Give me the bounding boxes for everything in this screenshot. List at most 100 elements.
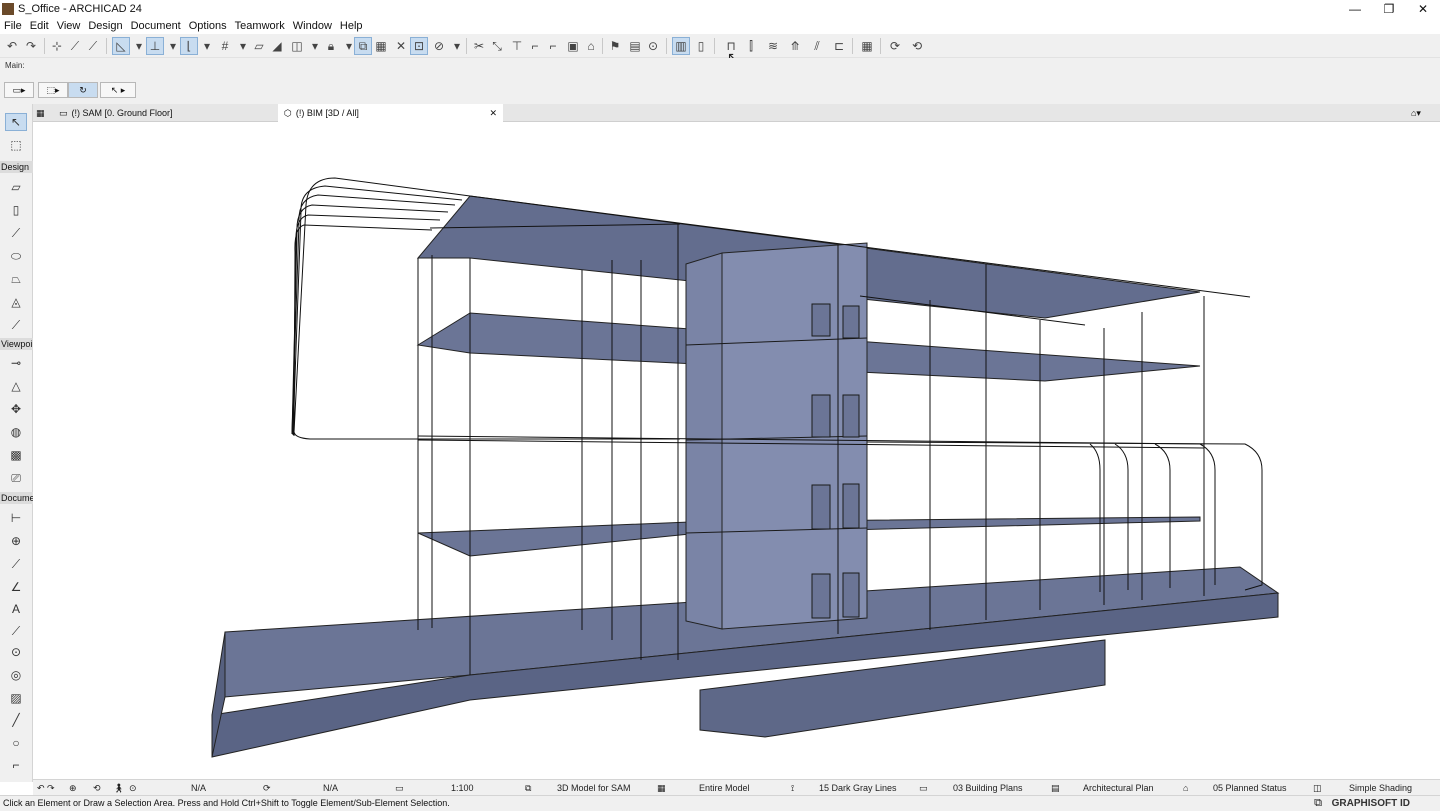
label-tool-icon[interactable]: ⟋ [5, 622, 27, 640]
pick-up-parameters-icon[interactable]: ⊹ [48, 37, 66, 55]
line-tool-icon[interactable]: ╱ [5, 711, 27, 729]
snap-points-icon[interactable]: ⌊ [180, 37, 198, 55]
orbit-icon[interactable]: ⟲ [93, 780, 101, 796]
suspend-groups-icon[interactable]: ⧉ [354, 37, 372, 55]
show-railing-icon[interactable]: ▯ [692, 37, 710, 55]
elevation-icon[interactable]: ▤ [626, 37, 644, 55]
split-icon[interactable]: ✂ [470, 37, 488, 55]
undo-view-icon[interactable]: ↶ ↷ [37, 780, 55, 796]
level-dimension-tool-icon[interactable]: ⊕ [5, 532, 27, 550]
dimension-standard-select[interactable]: Architectural Plan [1083, 780, 1154, 796]
gravity-roof-icon[interactable]: ◢ [268, 37, 286, 55]
detail-tool-icon[interactable]: ▩ [5, 446, 27, 464]
trace-icon[interactable]: ⊡ [410, 37, 428, 55]
pen-set-select[interactable]: 15 Dark Gray Lines [819, 780, 897, 796]
interior-elevation-icon[interactable]: ⊙ [644, 37, 662, 55]
toolbox-group-document[interactable]: Docume [0, 492, 33, 504]
eyedropper-icon[interactable]: ⟋ [66, 37, 84, 55]
minimize-button[interactable]: — [1338, 0, 1372, 18]
menu-options[interactable]: Options [185, 20, 231, 32]
tab-floor-plan[interactable]: ▭ (!) SAM [0. Ground Floor] [53, 104, 278, 122]
element-settings-button[interactable]: ▭▸ [4, 82, 34, 98]
syringe-icon[interactable]: ⟋ [84, 37, 102, 55]
send-changes-icon[interactable]: ⟳ [886, 37, 904, 55]
dimension-tool-icon[interactable]: ⊢ [5, 509, 27, 527]
lock-icon[interactable]: 🔒︎ [322, 37, 340, 55]
elevate-icon[interactable]: ⤊ [786, 37, 804, 55]
worksheet-tool-icon[interactable]: ◍ [5, 423, 27, 441]
radial-dimension-tool-icon[interactable]: ⟋ [5, 555, 27, 573]
model-view-select[interactable]: Entire Model [699, 780, 750, 796]
flag-icon[interactable]: ⚑ [606, 37, 624, 55]
interior-elevation-tool-icon[interactable]: ✥ [5, 400, 27, 418]
text-tool-icon[interactable]: A [5, 600, 27, 618]
tab-3d-view[interactable]: ⬡ (!) BIM [3D / All] ✕ [278, 104, 503, 122]
menu-view[interactable]: View [53, 20, 85, 32]
toolbox-group-design[interactable]: Design [0, 161, 33, 173]
shading-select[interactable]: Simple Shading [1349, 780, 1412, 796]
restore-button[interactable]: ❐ [1372, 0, 1406, 18]
shell-tool-icon[interactable]: ◬ [5, 293, 27, 311]
menu-help[interactable]: Help [336, 20, 367, 32]
snap-guides-icon[interactable]: ⊥ [146, 37, 164, 55]
selection-method-button[interactable]: ⬚▸ [38, 82, 68, 98]
auto-group-icon[interactable]: ▦ [372, 37, 390, 55]
layout-toggle-icon[interactable]: ⧉ [1314, 797, 1322, 810]
menu-edit[interactable]: Edit [26, 20, 53, 32]
change-tool-icon[interactable]: ◎ [5, 666, 27, 684]
menu-design[interactable]: Design [84, 20, 126, 32]
intersect-icon[interactable]: ✕ [392, 37, 410, 55]
undo-icon[interactable]: ↶ [3, 37, 21, 55]
3d-viewport[interactable] [33, 122, 1440, 782]
roof-tool-icon[interactable]: ⏢ [5, 270, 27, 288]
rotate-selection-button[interactable]: ↻ [68, 82, 98, 98]
column-tool-icon[interactable]: ▯ [5, 201, 27, 219]
menu-document[interactable]: Document [127, 20, 185, 32]
elevation-tool-icon[interactable]: △ [5, 377, 27, 395]
gravity-slab-icon[interactable]: ▱ [250, 37, 268, 55]
fill-tool-icon[interactable]: ▨ [5, 689, 27, 707]
grid-snap-icon[interactable]: # [216, 37, 234, 55]
marquee-tool-icon[interactable]: ⬚ [5, 136, 27, 154]
layout-icon[interactable]: ▦ [858, 37, 876, 55]
distribute-icon[interactable]: ⫿ [742, 37, 760, 55]
stair-tool-icon[interactable]: ⟋ [5, 316, 27, 334]
fillet-icon[interactable]: ⌐ [526, 37, 544, 55]
toolbox-group-viewpoint[interactable]: Viewpoi [0, 338, 33, 350]
resize-icon[interactable]: ▣ [564, 37, 582, 55]
adjust-icon[interactable]: ⤡ [488, 37, 506, 55]
circle-tool-icon[interactable]: ○ [5, 734, 27, 752]
zoom-in-icon[interactable]: ⊕ [69, 780, 77, 796]
wall-tool-icon[interactable]: ▱ [5, 178, 27, 196]
zone-tool-icon[interactable]: ⊙ [5, 643, 27, 661]
chevron-down-icon[interactable]: ▾ [198, 37, 216, 55]
chevron-down-icon[interactable]: ▾ [448, 37, 466, 55]
offset-icon[interactable]: ⌐ [544, 37, 562, 55]
polyline-tool-icon[interactable]: ⌐ [5, 756, 27, 774]
mirror-icon[interactable]: ≋ [764, 37, 782, 55]
beam-tool-icon[interactable]: ⟋ [5, 224, 27, 242]
redo-icon[interactable]: ↷ [22, 37, 40, 55]
drag-icon[interactable]: ⊏ [830, 37, 848, 55]
intersect-elements-icon[interactable]: ⊤ [508, 37, 526, 55]
model-view-options-select[interactable]: 03 Building Plans [953, 780, 1023, 796]
show-hide-icon[interactable]: ⊘ [430, 37, 448, 55]
show-stair-icon[interactable]: ▥ [672, 37, 690, 55]
3d-model-canvas[interactable] [33, 122, 1440, 782]
tab-close-button[interactable]: ✕ [489, 108, 497, 119]
gravity-mesh-icon[interactable]: ◫ [288, 37, 306, 55]
camera-tool-icon[interactable]: ⎚ [5, 469, 27, 487]
guide-lines-icon[interactable]: ◺ [112, 37, 130, 55]
receive-changes-icon[interactable]: ⟲ [908, 37, 926, 55]
graphisoft-id-link[interactable]: GRAPHISOFT ID [1332, 798, 1410, 809]
multiply-icon[interactable]: ⫽ [808, 37, 826, 55]
menu-window[interactable]: Window [289, 20, 336, 32]
zoom-icon[interactable]: ⊙ [129, 780, 137, 796]
walk-icon[interactable]: 🚶︎ [113, 780, 124, 796]
section-tool-icon[interactable]: ⊸ [5, 354, 27, 372]
arrow-method-button[interactable]: ↖ ▸ [100, 82, 136, 98]
renovation-filter-select[interactable]: 05 Planned Status [1213, 780, 1287, 796]
rotate-icon[interactable]: ⟳ [263, 780, 271, 796]
slab-tool-icon[interactable]: ⬭ [5, 247, 27, 265]
close-button[interactable]: ✕ [1406, 0, 1440, 18]
